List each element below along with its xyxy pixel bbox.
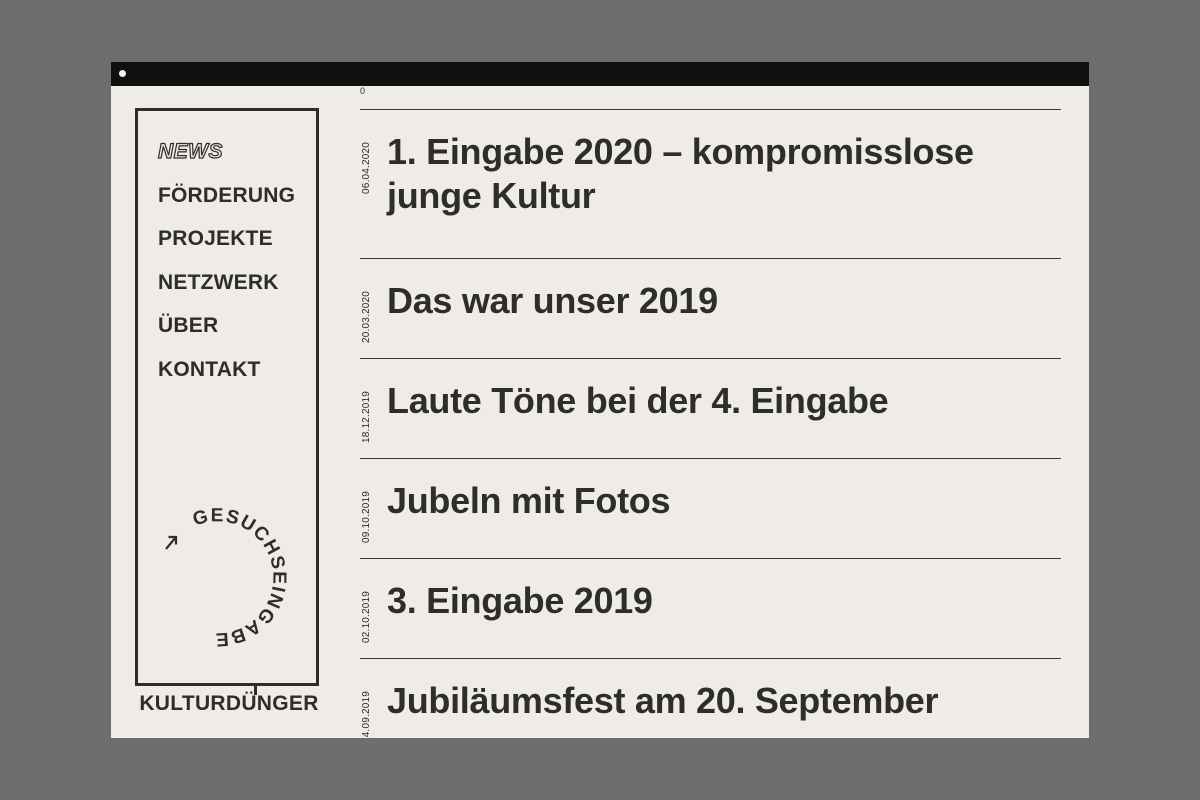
news-date: 18.12.2019 bbox=[361, 390, 372, 443]
nav-item-foerderung[interactable]: FÖRDERUNG bbox=[158, 184, 295, 228]
clipped-date: 0 bbox=[360, 86, 366, 96]
nav-item-news[interactable]: NEWS bbox=[157, 139, 295, 184]
arrow-up-right-icon bbox=[165, 535, 178, 550]
news-date: 14.09.2019 bbox=[361, 690, 372, 738]
news-list: 06.04.2020 1. Eingabe 2020 – kompromissl… bbox=[360, 109, 1061, 738]
news-title[interactable]: Jubeln mit Fotos bbox=[387, 479, 1047, 523]
news-item[interactable]: 02.10.2019 3. Eingabe 2019 bbox=[360, 558, 1061, 658]
news-title[interactable]: Das war unser 2019 bbox=[387, 279, 1047, 323]
nav-item-netzwerk[interactable]: NETZWERK bbox=[158, 271, 295, 315]
news-date: 09.10.2019 bbox=[361, 490, 372, 543]
news-item[interactable]: 18.12.2019 Laute Töne bei der 4. Eingabe bbox=[360, 358, 1061, 458]
news-item[interactable]: 09.10.2019 Jubeln mit Fotos bbox=[360, 458, 1061, 558]
news-item[interactable]: 14.09.2019 Jubiläumsfest am 20. Septembe… bbox=[360, 658, 1061, 738]
brand-logo[interactable]: KULTURDÜNGER bbox=[131, 692, 327, 716]
news-title[interactable]: 3. Eingabe 2019 bbox=[387, 579, 1047, 623]
news-date: 06.04.2020 bbox=[361, 141, 372, 194]
news-title[interactable]: Jubiläumsfest am 20. September bbox=[387, 679, 1047, 723]
nav-item-ueber[interactable]: ÜBER bbox=[158, 314, 295, 358]
news-title[interactable]: 1. Eingabe 2020 – kompromisslose junge K… bbox=[387, 130, 1047, 218]
nav-item-projekte[interactable]: PROJEKTE bbox=[158, 227, 295, 271]
window-control-dot[interactable] bbox=[119, 70, 126, 77]
browser-window: NEWS FÖRDERUNG PROJEKTE NETZWERK ÜBER KO… bbox=[111, 62, 1089, 738]
submission-circle-link[interactable]: GESUCHSEINGABE bbox=[151, 492, 311, 667]
news-title[interactable]: Laute Töne bei der 4. Eingabe bbox=[387, 379, 1047, 423]
news-date: 02.10.2019 bbox=[361, 590, 372, 643]
news-item[interactable]: 20.03.2020 Das war unser 2019 bbox=[360, 258, 1061, 358]
news-item[interactable]: 06.04.2020 1. Eingabe 2020 – kompromissl… bbox=[360, 109, 1061, 258]
main-nav: NEWS FÖRDERUNG PROJEKTE NETZWERK ÜBER KO… bbox=[157, 139, 295, 402]
window-titlebar bbox=[111, 62, 1089, 86]
submission-circle-label: GESUCHSEINGABE bbox=[191, 505, 290, 649]
nav-item-kontakt[interactable]: KONTAKT bbox=[158, 358, 295, 402]
news-date: 20.03.2020 bbox=[361, 290, 372, 343]
